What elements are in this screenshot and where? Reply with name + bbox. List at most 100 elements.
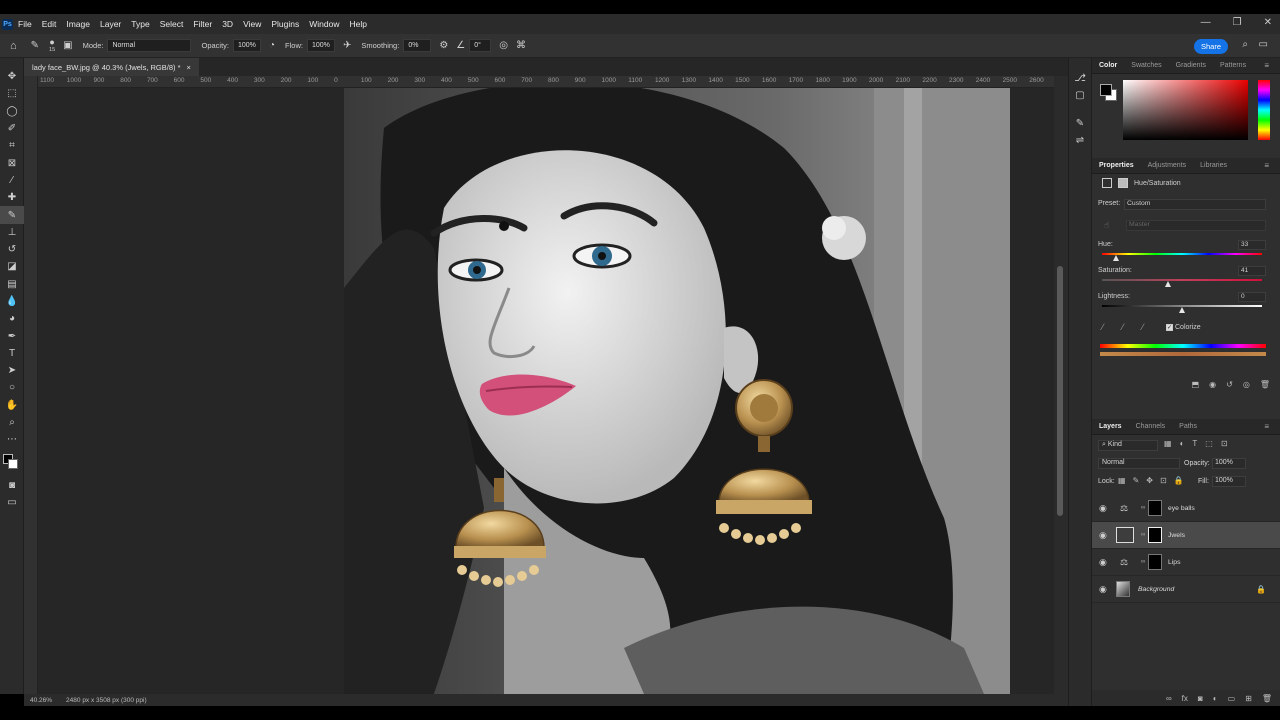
new-layer-icon[interactable]: ⊞ bbox=[1245, 694, 1252, 703]
brush-tool-icon[interactable]: ✎ bbox=[0, 206, 24, 224]
visibility-eye-icon[interactable]: ◉ bbox=[1099, 557, 1107, 568]
menu-filter[interactable]: Filter bbox=[188, 19, 217, 29]
lock-icon[interactable]: 🔒 bbox=[1256, 585, 1266, 594]
visibility-icon[interactable]: ◎ bbox=[1243, 380, 1250, 389]
gradient-tool-icon[interactable]: ▤ bbox=[0, 276, 24, 293]
healing-brush-tool-icon[interactable]: ✚ bbox=[0, 189, 24, 206]
panel-menu-icon[interactable]: ≡ bbox=[1257, 422, 1276, 431]
layer-mask-thumbnail[interactable] bbox=[1148, 500, 1162, 516]
menu-file[interactable]: File bbox=[13, 19, 37, 29]
layer-name[interactable]: eye balls bbox=[1168, 505, 1195, 512]
adjustment-filter-icon[interactable]: ◐ bbox=[1180, 439, 1185, 448]
tab-color[interactable]: Color bbox=[1092, 62, 1124, 69]
panel-menu-icon[interactable]: ≡ bbox=[1257, 61, 1276, 70]
add-mask-icon[interactable]: ◙ bbox=[1198, 694, 1203, 703]
symmetry-icon[interactable]: ⌘ bbox=[516, 40, 526, 51]
menu-layer[interactable]: Layer bbox=[95, 19, 126, 29]
eyedropper-icon[interactable]: ⁄ bbox=[1102, 322, 1104, 332]
home-icon[interactable]: ⌂ bbox=[10, 40, 17, 52]
screen-mode-icon[interactable]: ▭ bbox=[0, 494, 24, 511]
comments-panel-icon[interactable]: ▢ bbox=[1069, 87, 1091, 104]
menu-view[interactable]: View bbox=[238, 19, 266, 29]
layer-name[interactable]: Background bbox=[1138, 586, 1174, 593]
fill-input[interactable]: 100% bbox=[1212, 476, 1246, 487]
shape-filter-icon[interactable]: ⬚ bbox=[1205, 439, 1213, 448]
clone-stamp-tool-icon[interactable]: ⊥ bbox=[0, 224, 24, 241]
eraser-tool-icon[interactable]: ◪ bbox=[0, 258, 24, 275]
marquee-tool-icon[interactable]: ⬚ bbox=[0, 85, 24, 102]
menu-select[interactable]: Select bbox=[155, 19, 189, 29]
crop-tool-icon[interactable]: ⌗ bbox=[0, 137, 24, 154]
layer-row-eye-balls[interactable]: ◉ ⚖ ∞ eye balls bbox=[1092, 495, 1280, 522]
lightness-input[interactable]: 0 bbox=[1238, 292, 1266, 302]
link-icon[interactable]: ∞ bbox=[1141, 505, 1145, 511]
menu-plugins[interactable]: Plugins bbox=[266, 19, 304, 29]
smoothing-settings-gear-icon[interactable]: ⚙ bbox=[439, 40, 448, 51]
layer-name[interactable]: Lips bbox=[1168, 559, 1180, 566]
lasso-tool-icon[interactable]: ◯ bbox=[0, 103, 24, 120]
foreground-color-chip[interactable] bbox=[1100, 84, 1112, 96]
quick-selection-tool-icon[interactable]: ✐ bbox=[0, 120, 24, 137]
saturation-slider[interactable] bbox=[1102, 279, 1262, 281]
eyedropper-plus-icon[interactable]: ⁄ bbox=[1122, 322, 1124, 332]
targeted-adjustment-hand-icon[interactable]: ☝ bbox=[1104, 220, 1109, 231]
close-document-icon[interactable]: × bbox=[187, 63, 191, 72]
quick-mask-icon[interactable]: ◙ bbox=[0, 477, 24, 494]
close-window-button[interactable]: ✕ bbox=[1264, 17, 1272, 28]
saturation-input[interactable]: 41 bbox=[1238, 266, 1266, 276]
lock-artboard-icon[interactable]: ⊡ bbox=[1160, 476, 1167, 485]
smoothing-input[interactable]: 0% bbox=[403, 39, 432, 52]
view-previous-icon[interactable]: ◉ bbox=[1209, 380, 1216, 389]
zoom-tool-icon[interactable]: ⌕ bbox=[0, 414, 24, 431]
tab-adjustments[interactable]: Adjustments bbox=[1141, 162, 1194, 169]
hand-tool-icon[interactable]: ✋ bbox=[0, 397, 24, 414]
path-selection-tool-icon[interactable]: ➤ bbox=[0, 362, 24, 379]
fx-icon[interactable]: fx bbox=[1182, 694, 1188, 703]
document-info[interactable]: 2480 px x 3508 px (300 ppi) bbox=[66, 697, 147, 704]
tab-swatches[interactable]: Swatches bbox=[1124, 62, 1168, 69]
mask-icon[interactable] bbox=[1118, 178, 1128, 188]
link-icon[interactable]: ∞ bbox=[1141, 532, 1145, 538]
menu-type[interactable]: Type bbox=[126, 19, 154, 29]
lock-transparent-icon[interactable]: ▦ bbox=[1118, 476, 1126, 485]
link-layers-icon[interactable]: ∞ bbox=[1166, 694, 1172, 703]
color-picker-field[interactable] bbox=[1123, 80, 1248, 140]
layer-row-lips[interactable]: ◉ ⚖ ∞ Lips bbox=[1092, 549, 1280, 576]
minimize-button[interactable]: — bbox=[1201, 17, 1211, 28]
layer-mask-thumbnail[interactable] bbox=[1148, 554, 1162, 570]
move-tool-icon[interactable]: ✥ bbox=[0, 68, 24, 85]
tab-patterns[interactable]: Patterns bbox=[1213, 62, 1253, 69]
pen-tool-icon[interactable]: ✒ bbox=[0, 327, 24, 344]
search-icon[interactable]: ⌕ bbox=[1242, 39, 1248, 50]
type-filter-icon[interactable]: T bbox=[1192, 439, 1197, 448]
color-swatches[interactable] bbox=[0, 449, 24, 477]
brush-settings-icon[interactable]: ▣ bbox=[63, 40, 72, 51]
more-tools-icon[interactable]: ⋯ bbox=[0, 431, 24, 448]
delete-icon[interactable]: 🗑 bbox=[1260, 380, 1270, 389]
menu-edit[interactable]: Edit bbox=[37, 19, 62, 29]
horizontal-ruler[interactable]: 1100 1000 900 800 700 600 500 400 300 200 100 0 100 2… bbox=[38, 76, 1054, 88]
blur-tool-icon[interactable]: 💧 bbox=[0, 293, 24, 310]
tab-properties[interactable]: Properties bbox=[1092, 162, 1141, 169]
menu-help[interactable]: Help bbox=[344, 19, 371, 29]
delete-layer-icon[interactable]: 🗑 bbox=[1262, 694, 1272, 703]
hue-slider[interactable] bbox=[1102, 253, 1262, 255]
layer-row-jwels[interactable]: ◉ ∞ Jwels bbox=[1092, 522, 1280, 549]
panel-menu-icon[interactable]: ≡ bbox=[1257, 161, 1276, 170]
mode-select[interactable]: Normal bbox=[107, 39, 192, 52]
layer-name[interactable]: Jwels bbox=[1168, 532, 1185, 539]
colorize-checkbox[interactable]: ✓ bbox=[1166, 324, 1173, 331]
tab-channels[interactable]: Channels bbox=[1129, 423, 1173, 430]
brush-tool-preset-icon[interactable]: ✎ bbox=[31, 40, 39, 51]
document-image[interactable] bbox=[344, 88, 1010, 694]
background-color-swatch[interactable] bbox=[8, 458, 18, 469]
workspace-icon[interactable]: ▭ bbox=[1259, 39, 1268, 50]
eyedropper-tool-icon[interactable]: ⁄ bbox=[0, 172, 24, 189]
layer-filter-select[interactable]: ⌕ Kind bbox=[1098, 440, 1158, 451]
preset-select[interactable]: Custom bbox=[1124, 199, 1266, 210]
brush-angle-input[interactable]: 0° bbox=[469, 39, 492, 52]
menu-image[interactable]: Image bbox=[61, 19, 95, 29]
document-tab[interactable]: lady face_BW.jpg @ 40.3% (Jwels, RGB/8) … bbox=[24, 58, 199, 76]
pressure-size-icon[interactable]: ◎ bbox=[499, 40, 508, 51]
smart-object-filter-icon[interactable]: ⊡ bbox=[1221, 439, 1228, 448]
